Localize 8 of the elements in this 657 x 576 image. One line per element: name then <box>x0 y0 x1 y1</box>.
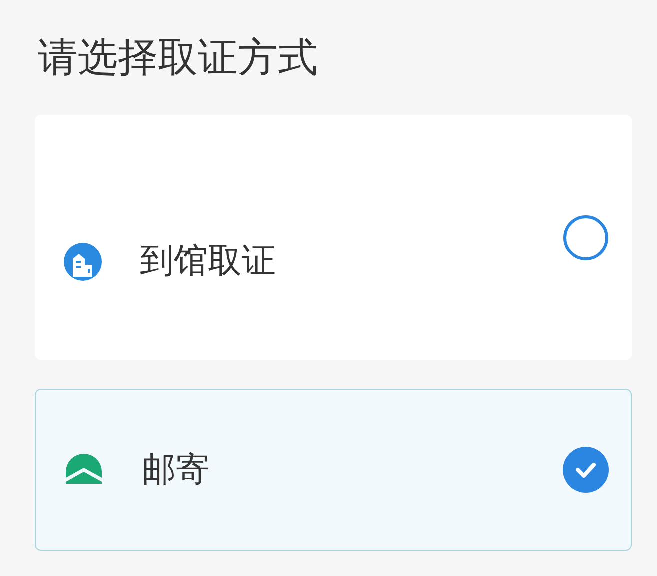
radio-icon <box>563 214 609 260</box>
option-card[interactable]: 到馆取证 <box>35 115 632 360</box>
page-title: 请选择取证方式 <box>37 34 319 83</box>
building-icon <box>64 242 102 280</box>
option-card[interactable]: 邮寄 <box>35 389 632 551</box>
option-label: 到馆取证 <box>140 240 276 283</box>
checked-radio-icon <box>563 447 609 493</box>
option-label: 邮寄 <box>142 448 210 492</box>
